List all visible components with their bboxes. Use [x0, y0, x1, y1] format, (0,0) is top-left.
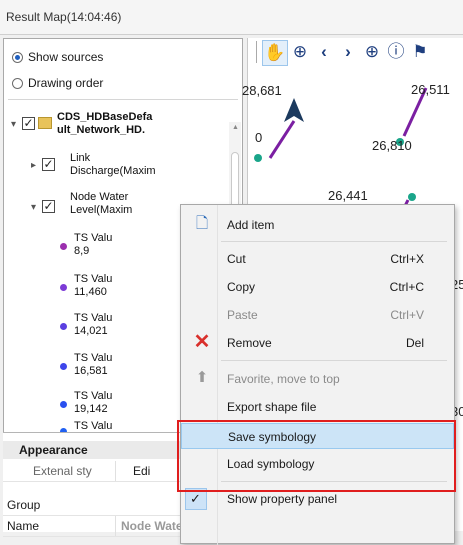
menu-item-export[interactable]: Export shape file [181, 394, 454, 420]
ts-item-label: TS Valu [74, 273, 113, 285]
window-title: Result Map(14:04:46) [6, 10, 122, 24]
menu-item-label: Show property panel [227, 492, 338, 506]
map-label: 26,441 [328, 188, 368, 203]
menu-item-favorite[interactable]: ⬆ Favorite, move to top [181, 366, 454, 392]
root-layer-checkbox[interactable]: ✓ [22, 117, 35, 130]
ts-item-1[interactable]: TS Valu 8,9 [74, 232, 112, 258]
collapse-chevron-icon[interactable]: ▾ [31, 202, 36, 213]
menu-item-label: Add item [227, 218, 275, 232]
menu-item-label: Remove [227, 336, 272, 350]
menu-item-label: Export shape file [227, 400, 317, 414]
ts-item-label: TS Valu [74, 232, 113, 244]
context-menu: 🗋 Add item Cut Ctrl+X Copy Ctrl+C Paste … [180, 204, 455, 545]
menu-item-cut[interactable]: Cut Ctrl+X [181, 246, 454, 272]
ts-item-5[interactable]: TS Valu 19,142 [74, 390, 112, 416]
pan-icon[interactable]: ✋ [262, 40, 288, 66]
back-icon[interactable]: ‹ [312, 40, 336, 64]
ts-item-4[interactable]: TS Valu 16,581 [74, 352, 112, 378]
menu-shortcut: Del [405, 336, 424, 350]
menu-item-label: Favorite, move to top [227, 372, 340, 386]
menu-separator [221, 241, 447, 242]
menu-item-add[interactable]: 🗋 Add item [181, 212, 454, 238]
north-arrow-icon [284, 98, 304, 122]
scroll-up-icon[interactable]: ▲ [232, 124, 239, 131]
link-layer-line2: Discharge(Maxim [70, 165, 156, 177]
node-layer-label[interactable]: Node Water Level(Maxim [70, 191, 132, 217]
menu-shortcut: Ctrl+C [389, 280, 424, 294]
map-label: 26,810 [372, 138, 412, 153]
legend-swatch [60, 323, 67, 330]
ts-item-2[interactable]: TS Valu 11,460 [74, 273, 112, 299]
legend-swatch [60, 363, 67, 370]
show-sources-label[interactable]: Show sources [28, 50, 103, 64]
globe-icon[interactable]: ⊕ [360, 40, 384, 64]
link-layer-checkbox[interactable]: ✓ [42, 158, 55, 171]
legend-swatch [60, 243, 67, 250]
remove-icon: ✕ [193, 331, 211, 353]
expand-chevron-icon[interactable]: ▸ [31, 160, 36, 171]
menu-item-remove[interactable]: ✕ Remove Del [181, 330, 454, 356]
property-label: Extenal sty [33, 464, 92, 478]
map-node [408, 193, 416, 201]
menu-separator [221, 360, 447, 361]
ts-item-value: 8,9 [74, 245, 90, 257]
ts-item-value: 11,460 [74, 286, 107, 298]
property-value[interactable]: Edi [133, 464, 150, 478]
info-icon[interactable]: ⓘ [384, 40, 408, 64]
drawing-order-label[interactable]: Drawing order [28, 76, 103, 90]
menu-item-label: Paste [227, 308, 258, 322]
map-node [254, 154, 262, 162]
divider [8, 99, 238, 100]
link-layer-label[interactable]: Link Discharge(Maxim [70, 152, 156, 178]
map-toolbar: ✋ ⊕ ‹ › ⊕ ⓘ ⚑ [252, 37, 462, 67]
ts-item-label: TS Valu [74, 390, 113, 402]
add-item-icon: 🗋 [195, 215, 209, 232]
menu-item-label: Cut [227, 252, 246, 266]
link-layer-line1: Link [70, 152, 91, 164]
menu-shortcut: Ctrl+V [390, 308, 424, 322]
appearance-title: Appearance [19, 443, 88, 457]
ts-item-label: TS Valu [74, 312, 113, 324]
legend-swatch [60, 401, 67, 408]
menu-item-copy[interactable]: Copy Ctrl+C [181, 274, 454, 300]
node-layer-checkbox[interactable]: ✓ [42, 200, 55, 213]
zoom-in-icon[interactable]: ⊕ [288, 40, 312, 64]
menu-shortcut: Ctrl+X [390, 252, 424, 266]
property-label: Group [7, 498, 41, 512]
map-label: 26,511 [411, 82, 450, 97]
ts-item-value: 16,581 [74, 365, 108, 377]
menu-item-paste[interactable]: Paste Ctrl+V [181, 302, 454, 328]
ts-item-3[interactable]: TS Valu 14,021 [74, 312, 112, 338]
root-layer-label[interactable]: CDS_HDBaseDefa ult_Network_HD. [57, 111, 152, 137]
legend-swatch [60, 284, 67, 291]
highlight-annotation [177, 420, 456, 492]
ts-item-label: TS Valu [74, 352, 113, 364]
forward-icon[interactable]: › [336, 40, 360, 64]
ts-item-value: 19,142 [74, 403, 108, 415]
menu-item-label: Copy [227, 280, 256, 294]
column-divider [115, 516, 116, 536]
toolbar-grip [256, 41, 257, 63]
drawing-order-radio[interactable] [12, 78, 23, 89]
layer-folder-icon [38, 117, 52, 129]
column-divider [115, 461, 116, 481]
show-sources-radio[interactable] [12, 52, 23, 63]
root-layer-line1: CDS_HDBaseDefa [57, 111, 153, 123]
map-link [268, 120, 296, 159]
collapse-chevron-icon[interactable]: ▾ [11, 119, 16, 130]
ts-item-value: 14,021 [74, 325, 108, 337]
flag-icon[interactable]: ⚑ [408, 40, 432, 64]
window-title-bar: Result Map(14:04:46) [0, 0, 463, 35]
node-layer-line1: Node Water [70, 191, 129, 203]
node-layer-line2: Level(Maxim [70, 204, 133, 216]
move-to-top-icon: ⬆ [195, 369, 209, 386]
map-label: 28,681 [242, 83, 282, 98]
root-layer-line2: ult_Network_HD. [57, 124, 146, 136]
map-label: 0 [255, 130, 263, 145]
